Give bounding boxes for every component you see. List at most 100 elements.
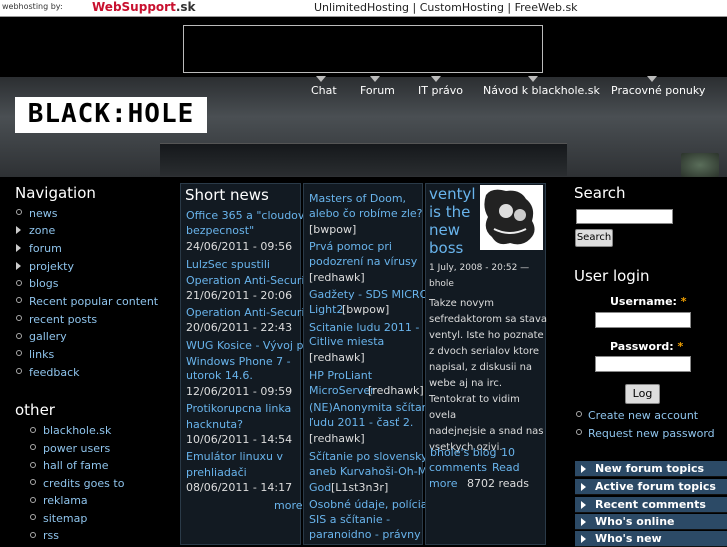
username-input[interactable] [595,312,691,328]
post-link[interactable]: paranoidno - právny [309,527,421,543]
block-whos-online[interactable]: Who's online [575,514,727,530]
search-button[interactable]: Search [575,229,613,247]
expand-icon [16,262,21,270]
news-date: 12/06/2011 - 09:59 [186,385,293,398]
websupport-logo[interactable]: WebSupport.sk [92,0,196,14]
post-link[interactable]: MicroServer [309,383,375,399]
other-item-credits[interactable]: credits goes to [43,477,124,490]
expand-icon [581,501,586,509]
login-button[interactable]: Log in [625,384,660,418]
nav-arrow-icon [528,76,538,82]
block-active-forum-topics[interactable]: Active forum topics [575,479,727,495]
other-item-power-users[interactable]: power users [43,442,110,455]
bullet-icon [30,479,36,485]
news-link[interactable]: Protikorupcna linka [186,401,291,417]
request-password-link[interactable]: Request new password [588,427,715,440]
post-link[interactable]: Gadžety - SDS MICRO [309,287,428,303]
password-input[interactable] [595,356,691,372]
blog-owner-link[interactable]: bhole's blog [430,445,497,461]
post-link[interactable]: podozrení na vírusy [309,254,417,270]
nav-it-pravo[interactable]: IT právo [418,84,463,97]
bullet-icon [30,497,36,503]
block-new-forum-topics[interactable]: New forum topics [575,461,727,477]
other-item-blackhole[interactable]: blackhole.sk [43,424,111,437]
hosting-bar: webhosting by: WebSupport.sk UnlimitedHo… [0,0,727,17]
expand-icon [16,244,21,252]
header-strip [160,143,567,176]
post-link[interactable]: aneb Kurvahoši-Oh-My- [309,464,438,480]
news-date: 08/06/2011 - 14:17 [186,481,293,494]
other-item-sitemap[interactable]: sitemap [43,512,87,525]
site-logo[interactable]: BLACK:HOLE [15,97,207,133]
blog-more-link[interactable]: more [429,476,458,492]
nav-item-forum[interactable]: forum [29,242,62,255]
nav-pracovne-ponuky[interactable]: Pracovné ponuky [611,84,705,97]
news-link[interactable]: Operation Anti-Security [186,273,315,289]
bullet-icon [576,411,582,417]
news-link[interactable]: Operation Anti-Security [186,305,315,321]
decorative-graphic [681,153,719,177]
news-more-link[interactable]: more [274,498,303,514]
bullet-icon [16,350,22,356]
post-link[interactable]: Prvá pomoc pri [309,239,392,255]
expand-icon [581,518,586,526]
post-link[interactable]: (NE)Anonymita sčítania [309,400,438,416]
post-link[interactable]: SIS a sčítanie - [309,512,390,528]
blog-meta-author: bhole [429,279,454,289]
news-link[interactable]: prehliadači [186,465,247,481]
news-link[interactable]: Emulátor linuxu v [186,449,283,465]
news-link[interactable]: WUG Kosice - Vývoj pre [186,338,314,354]
nav-item-zone[interactable]: zone [29,224,55,237]
blog-read-link[interactable]: Read [492,460,520,476]
hosting-links[interactable]: UnlimitedHosting | CustomHosting | FreeW… [314,1,578,14]
news-link[interactable]: bezpecnost" [186,223,254,239]
nav-item-gallery[interactable]: gallery [29,330,67,343]
webhosting-by-label: webhosting by: [2,2,63,11]
post-author: [redhawk] [309,432,365,445]
other-item-hall-of-fame[interactable]: hall of fame [43,459,109,472]
ad-banner[interactable] [183,25,543,73]
post-link[interactable]: Sčítanie po slovensky [309,449,428,465]
create-account-link[interactable]: Create new account [588,409,698,422]
nav-chat[interactable]: Chat [311,84,337,97]
post-link[interactable]: Citlive miesta [309,334,384,350]
expand-icon [581,483,586,491]
blog-comments-link[interactable]: comments [429,460,487,476]
post-author: [redhawk] [309,351,365,364]
news-link[interactable]: hacknuta? [186,417,243,433]
nav-forum[interactable]: Forum [360,84,395,97]
other-item-reklama[interactable]: reklama [43,494,88,507]
other-item-rss[interactable]: rss [43,529,59,542]
news-link[interactable]: utorok 14.6. [186,368,253,384]
news-link[interactable]: Office 365 a "cloudova [186,208,311,224]
nav-arrow-icon [316,76,326,82]
post-link[interactable]: HP ProLiant [309,368,372,384]
post-link[interactable]: God [309,480,331,496]
nav-item-recent-popular[interactable]: Recent popular content [29,295,158,308]
nav-item-feedback[interactable]: feedback [29,366,80,379]
bullet-icon [16,209,22,215]
nav-item-news[interactable]: news [29,207,57,220]
news-link[interactable]: LulzSec spustili [186,257,270,273]
expand-icon [16,226,21,234]
nav-item-recent-posts[interactable]: recent posts [29,313,97,326]
blog-body: Takze novym sefredaktorom sa stava venty… [429,298,547,453]
post-link[interactable]: Osobné údaje, polícia, [309,497,431,513]
post-author: [redhawk] [368,384,424,397]
post-link[interactable]: Masters of Doom, [309,191,406,207]
blog-comments-count[interactable]: 10 [501,445,515,461]
news-date: 20/06/2011 - 22:43 [186,321,293,334]
post-link[interactable]: alebo čo robíme zle? [309,206,423,222]
nav-navod[interactable]: Návod k blackhole.sk [483,84,600,97]
nav-item-links[interactable]: links [29,348,54,361]
expand-icon [581,465,586,473]
bullet-icon [30,532,36,538]
search-input[interactable] [576,209,673,224]
post-author: [bwpow] [342,303,390,316]
post-link[interactable]: ľudu 2011 - časť 2. [309,415,413,431]
nav-item-projekty[interactable]: projekty [29,260,74,273]
post-link[interactable]: Light2 [309,302,343,318]
nav-item-blogs[interactable]: blogs [29,277,58,290]
blog-title[interactable]: ventyl is the new boss [429,185,476,257]
block-recent-comments[interactable]: Recent comments [575,497,727,513]
